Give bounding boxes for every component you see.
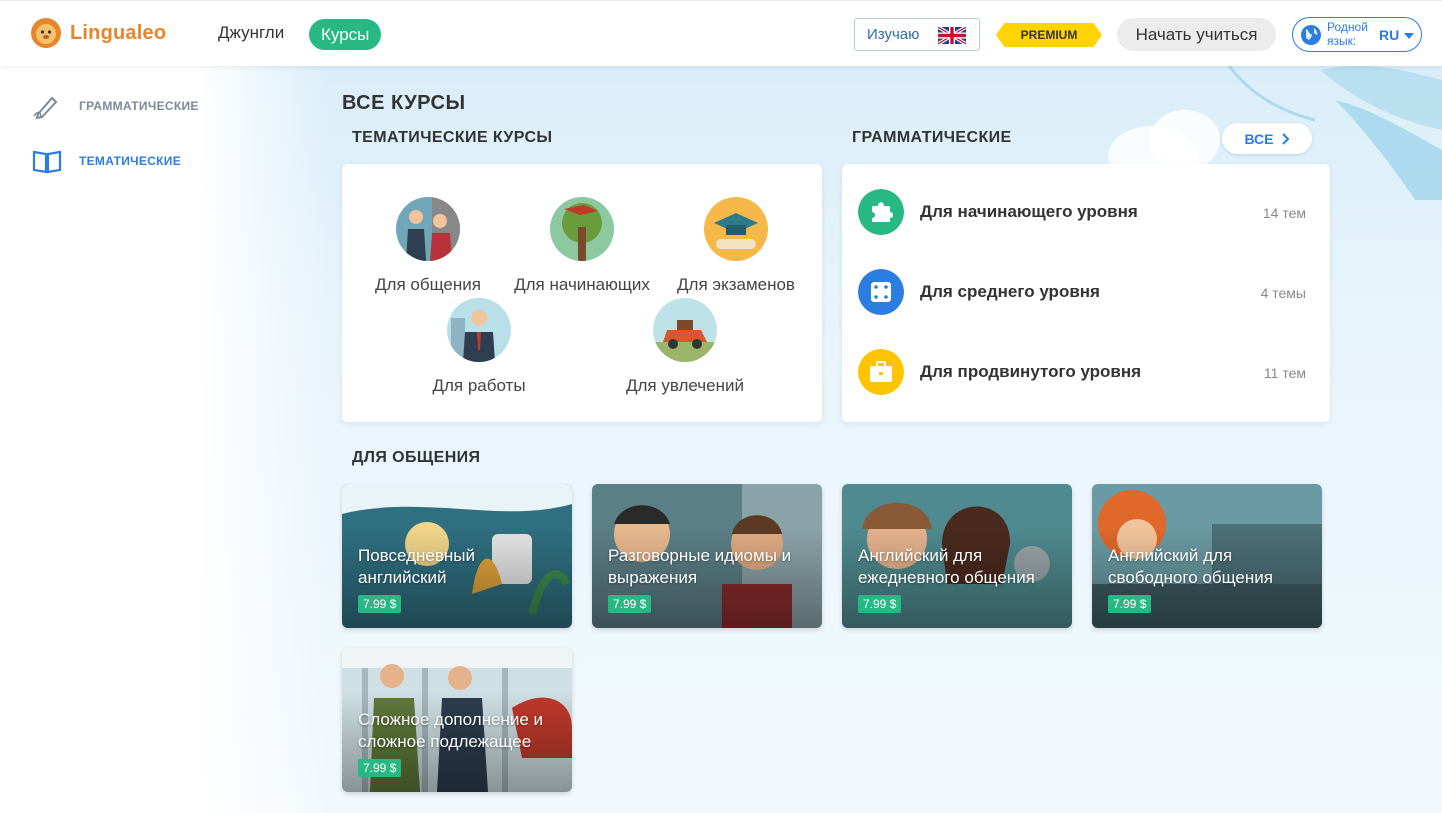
communication-heading: ДЛЯ ОБЩЕНИЯ <box>352 449 481 466</box>
course-card[interactable]: Разговорные идиомы и выражения 7.99 $ <box>592 484 822 628</box>
puzzle-icon <box>858 189 904 235</box>
sidebar-item-label: ТЕМАТИЧЕСКИЕ <box>79 154 182 168</box>
chevron-down-icon <box>1404 33 1414 39</box>
book-icon <box>32 150 62 174</box>
businessman-illustration <box>447 298 511 362</box>
topic-label: Для увлечений <box>625 376 744 395</box>
course-price: 7.99 $ <box>358 595 402 613</box>
pen-icon <box>33 96 58 120</box>
course-card[interactable]: Сложное дополнение и сложное подлежащее … <box>342 648 572 792</box>
native-language-label: Родной язык: <box>1327 20 1368 48</box>
tree-illustration <box>550 197 614 261</box>
premium-badge[interactable]: PREMIUM <box>996 23 1102 47</box>
topic-beginners[interactable]: Для начинающих <box>507 197 657 295</box>
course-title: Английский для свободного общения <box>1108 546 1273 587</box>
grammar-courses-card: Для начинающего уровня 14 тем Для средне… <box>842 164 1330 422</box>
course-card[interactable]: Английский для ежедневного общения 7.99 … <box>842 484 1072 628</box>
people-talking-illustration <box>396 197 460 261</box>
topic-label: Для начинающих <box>514 275 650 294</box>
graduation-cap-illustration <box>704 197 768 261</box>
topic-work[interactable]: Для работы <box>404 298 554 396</box>
grammar-item-label: Для начинающего уровня <box>920 202 1138 221</box>
chevron-right-icon <box>1281 132 1289 145</box>
all-button-label: ВСЕ <box>1244 130 1274 147</box>
grammar-item-count: 14 тем <box>1262 205 1306 221</box>
uk-flag-icon <box>938 27 966 44</box>
all-grammar-button[interactable]: ВСЕ <box>1222 123 1312 154</box>
logo[interactable]: Lingualeo <box>30 17 166 49</box>
globe-icon <box>1301 25 1321 45</box>
course-title: Повседневный английский <box>358 546 475 587</box>
course-price: 7.99 $ <box>1108 595 1152 613</box>
start-learning-button[interactable]: Начать учиться <box>1117 18 1276 51</box>
cloud-decoration <box>1150 110 1220 170</box>
topic-exams[interactable]: Для экзаменов <box>661 197 811 295</box>
grammar-item-label: Для продвинутого уровня <box>920 362 1142 381</box>
dice-icon <box>858 269 904 315</box>
course-card[interactable]: Английский для свободного общения 7.99 $ <box>1092 484 1322 628</box>
sidebar-item-label: ГРАММАТИЧЕСКИЕ <box>79 99 199 113</box>
learning-label: Изучаю <box>867 26 920 43</box>
course-title: Английский для ежедневного общения <box>858 546 1035 587</box>
car-travel-illustration <box>653 298 717 362</box>
sidebar-item-thematic[interactable]: ТЕМАТИЧЕСКИЕ <box>32 147 181 175</box>
briefcase-icon <box>858 349 904 395</box>
grammar-item-intermediate[interactable]: Для среднего уровня 4 темы <box>858 269 1314 315</box>
grammar-item-label: Для среднего уровня <box>920 282 1100 301</box>
course-price: 7.99 $ <box>608 595 652 613</box>
grammar-heading: ГРАММАТИЧЕСКИЕ <box>852 129 1012 146</box>
grammar-item-advanced[interactable]: Для продвинутого уровня 11 тем <box>858 349 1314 395</box>
grammar-item-beginner[interactable]: Для начинающего уровня 14 тем <box>858 189 1314 235</box>
learning-language-selector[interactable]: Изучаю <box>854 18 980 51</box>
grammar-item-count: 11 тем <box>1263 365 1306 381</box>
topic-label: Для экзаменов <box>677 275 795 294</box>
lion-logo-icon <box>31 18 61 48</box>
nav-jungle[interactable]: Джунгли <box>218 23 284 43</box>
topic-communication[interactable]: Для общения <box>353 197 503 295</box>
thematic-courses-card: Для общения Для начинающих Для экзаменов… <box>342 164 822 422</box>
course-title: Разговорные идиомы и выражения <box>608 546 792 587</box>
course-price: 7.99 $ <box>358 759 402 777</box>
logo-text: Lingualeo <box>70 21 167 44</box>
course-card[interactable]: Повседневный английский 7.99 $ <box>342 484 572 628</box>
grammar-item-count: 4 темы <box>1260 285 1306 301</box>
topic-label: Для работы <box>432 376 526 395</box>
course-price: 7.99 $ <box>858 595 902 613</box>
sidebar-background <box>0 66 330 813</box>
native-language-code: RU <box>1379 27 1400 43</box>
nav-courses[interactable]: Курсы <box>309 19 382 50</box>
sidebar-item-grammar[interactable]: ГРАММАТИЧЕСКИЕ <box>32 92 199 120</box>
page-title: ВСЕ КУРСЫ <box>342 92 466 114</box>
thematic-heading: ТЕМАТИЧЕСКИЕ КУРСЫ <box>352 129 553 146</box>
topic-hobbies[interactable]: Для увлечений <box>610 298 760 396</box>
top-header: Lingualeo Джунгли Курсы Изучаю PREMIUM Н… <box>0 0 1442 66</box>
topic-label: Для общения <box>375 275 481 294</box>
course-title: Сложное дополнение и сложное подлежащее <box>358 710 544 751</box>
native-language-selector[interactable]: Родной язык: RU <box>1292 17 1422 52</box>
